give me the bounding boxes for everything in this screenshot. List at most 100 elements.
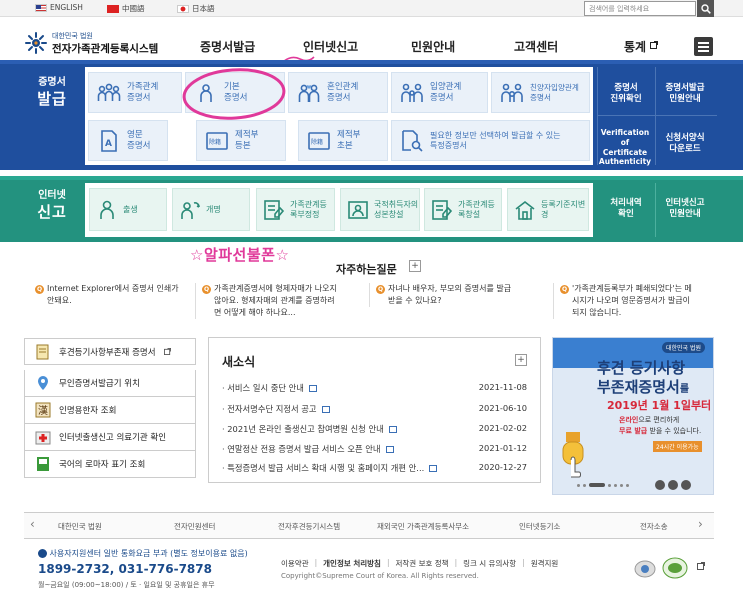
prev-button[interactable] <box>668 480 678 490</box>
location-icon <box>38 376 48 390</box>
support-hours: 월~금요일 (09:00~18:00) / 토 · 일요일 및 공휴일은 휴무 <box>38 581 215 589</box>
copyright-policy-link[interactable]: 저작권 보호 정책 <box>395 558 448 569</box>
search-document-icon <box>402 129 423 152</box>
form-download-link[interactable]: 신청서양식 다운로드 <box>656 133 714 155</box>
next-button[interactable] <box>681 480 691 490</box>
report-birth-button[interactable]: 출생 <box>89 188 167 231</box>
news-item[interactable]: · 전자서명수단 지정서 공고 2021-06-10 <box>222 403 527 415</box>
banner-line1: 후견 등기사항 <box>597 359 686 377</box>
question-icon: Q <box>560 285 569 294</box>
lang-japanese[interactable]: 日本語 <box>177 3 215 14</box>
family-adoption-icon <box>501 83 523 102</box>
logo-title[interactable]: 전자가족관계등록시스템 <box>52 41 158 56</box>
certificate-icon <box>36 344 49 359</box>
nav-certificate[interactable]: 증명서발급 <box>200 38 255 55</box>
news-item[interactable]: · 2021년 온라인 출생신고 참여병원 신청 안내 2021-02-02 <box>222 423 527 435</box>
report-status-link[interactable]: 처리내역 확인 <box>598 198 654 220</box>
all-menu-button[interactable] <box>694 37 713 56</box>
lang-chinese[interactable]: 中國語 <box>107 3 145 14</box>
nav-statistics[interactable]: 통계 <box>624 38 659 55</box>
privacy-link[interactable]: 개인정보 처리방침 <box>323 558 381 569</box>
register-extract-icon: 除籍 <box>308 131 330 150</box>
banner-badge: 대한민국 법원 <box>661 342 705 353</box>
cert-marriage-button[interactable]: 혼인관계 증명서 <box>288 72 388 113</box>
search-icon <box>700 3 711 14</box>
org-link[interactable]: 전자민원센터 <box>174 521 215 532</box>
cert-register-copy-button[interactable]: 除籍 제적부 등본 <box>196 120 286 161</box>
lang-english[interactable]: ENGLISH <box>35 3 83 12</box>
link-notice-link[interactable]: 링크 시 유의사항 <box>463 558 516 569</box>
new-badge-icon <box>388 426 397 433</box>
report-home-change-button[interactable]: 등록기준지변경 <box>507 188 589 231</box>
book-icon <box>37 457 49 471</box>
nav-internet-report[interactable]: 인터넷신고 <box>303 38 358 55</box>
search-input[interactable]: 검색어를 입력하세요 <box>584 1 696 16</box>
cert-full-adoption-button[interactable]: 친양자입양관계 증명서 <box>491 72 590 113</box>
banner-desc1: 온라인으로 편리하게 <box>619 416 680 424</box>
news-item[interactable]: · 특정증명서 발급 서비스 확대 시행 및 홈페이지 개편 안... 2020-… <box>222 462 527 474</box>
quick-link-hanja[interactable]: 漢 인명용한자 조회 <box>24 397 196 424</box>
nav-customer-center[interactable]: 고객센터 <box>514 38 558 55</box>
quick-link-kiosk-location[interactable]: 무인증명서발급기 위치 <box>24 370 196 397</box>
banner-tag: 24시간 이용가능 <box>653 441 702 452</box>
highlight-circle <box>182 68 286 120</box>
news-item[interactable]: · 연말정산 전용 증명서 발급 서비스 오픈 안내 2021-01-12 <box>222 443 527 455</box>
faq-item[interactable]: Q 가족관계증명서에 형제자매가 나오지 않아요. 형제자매의 관계를 증명하려 면… <box>195 283 363 319</box>
report-section-title: 인터넷 신고 <box>37 190 67 221</box>
cert-specific-button[interactable]: 필요한 정보만 선택하여 발급할 수 있는 특정증명서 <box>391 120 590 161</box>
news-title: 새소식 <box>222 355 256 369</box>
question-icon: Q <box>35 285 44 294</box>
report-register-create-button[interactable]: 가족관계등록창설 <box>424 188 502 231</box>
report-correction-button[interactable]: 가족관계등록부정정 <box>256 188 335 231</box>
verification-english-link[interactable]: Verification of Certificate Authenticity <box>596 128 654 167</box>
svg-text:漢: 漢 <box>38 404 48 417</box>
report-nationality-button[interactable]: 국적취득자의성본창설 <box>340 188 420 231</box>
cert-register-extract-button[interactable]: 除籍 제적부 초본 <box>298 120 388 161</box>
chevron-left-icon[interactable]: ‹ <box>30 517 35 531</box>
news-more-button[interactable]: + <box>515 354 527 366</box>
question-icon: Q <box>202 285 211 294</box>
logo-subtitle: 대한민국 법원 <box>52 32 93 40</box>
cert-family-button[interactable]: 가족관계 증명서 <box>88 72 182 113</box>
svg-text:除籍: 除籍 <box>311 138 323 146</box>
remote-support-link[interactable]: 원격지원 <box>531 558 559 569</box>
org-link[interactable]: 대한민국 법원 <box>58 521 102 532</box>
terms-link[interactable]: 이용약관 <box>281 558 309 569</box>
divider <box>597 115 717 116</box>
banner-date: 2019년 1월 1일부터 <box>607 399 712 412</box>
quick-link-hospital[interactable]: 인터넷출생신고 의료기관 확인 <box>24 424 196 451</box>
faq-title: 자주하는질문 <box>336 263 397 276</box>
promo-banner[interactable]: 대한민국 법원 후견 등기사항 부존재증명서를 2019년 1월 1일부터 온라… <box>552 337 714 495</box>
chevron-right-icon[interactable]: › <box>698 517 703 531</box>
org-link[interactable]: 전자후견등기시스템 <box>278 521 340 532</box>
banner-desc2: 무료 발급 받을 수 있습니다. <box>619 427 702 435</box>
cert-english-button[interactable]: A 영문 증명서 <box>88 120 168 161</box>
faq-more-button[interactable]: + <box>409 260 421 272</box>
cert-verify-link[interactable]: 증명서 진위확인 <box>598 83 654 105</box>
report-rename-button[interactable]: 개명 <box>172 188 250 231</box>
faq-item[interactable]: Q '가족관계등록부가 폐쇄되었다'는 메 시지가 나오며 영문증명서가 발급이 되… <box>553 283 718 319</box>
japan-flag-icon <box>177 4 189 13</box>
org-link[interactable]: 전자소송 <box>640 521 668 532</box>
banner-pager[interactable] <box>577 483 629 487</box>
english-document-icon: A <box>101 129 117 152</box>
org-link[interactable]: 재외국민 가족관계등록사무소 <box>377 521 469 532</box>
faq-item[interactable]: Q Internet Explorer에서 증명서 인쇄가 안돼요. <box>35 283 195 307</box>
cert-guide-link[interactable]: 증명서발급 민원안내 <box>656 83 714 105</box>
report-guide-link[interactable]: 인터넷신고 민원안내 <box>656 198 714 220</box>
search-button[interactable] <box>697 0 714 17</box>
quick-link-guardianship[interactable]: 후견등기사항부존재 증명서 <box>24 338 196 365</box>
new-badge-icon <box>308 385 317 392</box>
support-phone: 1899-2732, 031-776-7878 <box>38 562 212 576</box>
quick-link-romanization[interactable]: 국어의 로마자 표기 조회 <box>24 451 196 478</box>
pause-button[interactable] <box>655 480 665 490</box>
id-card-icon <box>348 200 368 219</box>
hanja-icon: 漢 <box>35 402 51 418</box>
news-item[interactable]: · 서비스 일시 중단 안내 2021-11-08 <box>222 382 527 394</box>
copyright-text: Copyright©Supreme Court of Korea. All Ri… <box>281 572 479 580</box>
org-link[interactable]: 인터넷등기소 <box>519 521 560 532</box>
cert-adoption-button[interactable]: 입양관계 증명서 <box>391 72 488 113</box>
faq-item[interactable]: Q 자녀나 배우자, 부모의 증명서를 발급 받을 수 있나요? <box>369 283 534 307</box>
usb-token-icon <box>562 432 584 478</box>
nav-civil-guide[interactable]: 민원안내 <box>411 38 455 55</box>
